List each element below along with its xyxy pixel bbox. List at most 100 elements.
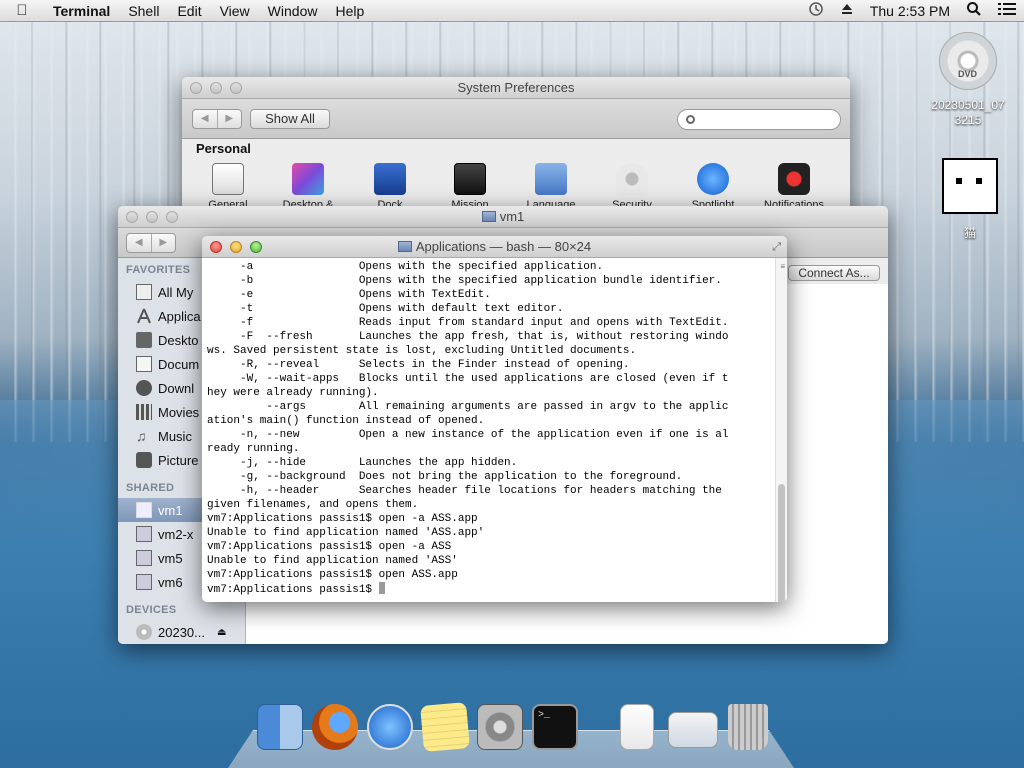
pref-language[interactable]: Language [511, 163, 591, 211]
connect-as-button[interactable]: Connect As... [788, 265, 880, 281]
downloads-icon [136, 380, 152, 396]
mission-control-icon [454, 163, 486, 195]
sysprefs-close-button[interactable] [190, 82, 202, 94]
spotlight-pref-icon [697, 163, 729, 195]
pref-desktop[interactable]: Desktop & [268, 163, 348, 211]
scroll-lines-icon: ≡ [780, 262, 785, 271]
terminal-line: -t Opens with default text editor. [207, 303, 564, 315]
finder-back-forward[interactable]: ◀ ▶ [126, 233, 176, 253]
menu-edit[interactable]: Edit [168, 3, 210, 19]
terminal-line: ws. Saved persistent state is lost, excl… [207, 345, 637, 357]
sysprefs-search-input[interactable] [677, 109, 841, 130]
terminal-close-button[interactable] [210, 241, 222, 253]
sysprefs-minimize-button[interactable] [210, 82, 222, 94]
terminal-zoom-button[interactable] [250, 241, 262, 253]
sidebar-label: Deskto [158, 332, 199, 348]
folder-icon [397, 241, 412, 252]
time-machine-icon[interactable] [800, 1, 832, 20]
sidebar-label: Docum [158, 356, 200, 372]
terminal-scroll-thumb[interactable] [778, 484, 785, 602]
terminal-line: -R, --reveal Selects in the Finder inste… [207, 359, 630, 371]
dock-preview-icon[interactable] [668, 712, 718, 748]
finder-forward-icon[interactable]: ▶ [152, 234, 176, 252]
terminal-line: given filenames, and opens them. [207, 499, 419, 511]
pref-notifications[interactable]: Notifications [754, 163, 834, 211]
terminal-line: -e Opens with TextEdit. [207, 289, 491, 301]
terminal-minimize-button[interactable] [230, 241, 242, 253]
sidebar-label: vm5 [158, 550, 183, 566]
terminal-line: ready running. [207, 443, 300, 455]
network-computer-icon [136, 574, 152, 590]
eject-icon[interactable] [832, 2, 862, 19]
sidebar-label: Picture [158, 452, 199, 468]
dock-app-store-icon[interactable] [367, 704, 413, 750]
menu-app-terminal[interactable]: Terminal [44, 3, 119, 19]
finder-close-button[interactable] [126, 211, 138, 223]
finder-minimize-button[interactable] [146, 211, 158, 223]
menu-window[interactable]: Window [259, 3, 327, 19]
dvd-disc-text: DVD [958, 69, 978, 79]
terminal-line: -j, --hide Launches the app hidden. [207, 457, 518, 469]
menu-help[interactable]: Help [326, 3, 373, 19]
pref-mission-control[interactable]: Mission [430, 163, 510, 211]
search-icon [686, 115, 695, 124]
desktop-dvd-volume[interactable]: DVD 20230501_07 3215 [918, 32, 1018, 128]
pref-general[interactable]: General [188, 163, 268, 211]
network-computer-icon [136, 502, 152, 518]
desktop-cat-file[interactable]: 猫 [938, 158, 1002, 241]
notification-center-icon[interactable] [990, 2, 1024, 19]
terminal-titlebar[interactable]: Applications — bash — 80×24 ⤢ [202, 236, 787, 258]
spotlight-icon[interactable] [958, 1, 990, 20]
sysprefs-titlebar[interactable]: System Preferences [182, 77, 850, 99]
terminal-line: -W, --wait-apps Blocks until the used ap… [207, 373, 729, 385]
sidebar-item-dvd-device[interactable]: 20230... ⏏ [118, 620, 245, 644]
show-all-button[interactable]: Show All [250, 109, 330, 129]
movies-icon [136, 404, 152, 420]
vm1-folder-icon [481, 211, 496, 222]
pictures-camera-icon [136, 452, 152, 468]
back-arrow-icon[interactable]: ◀ [193, 110, 218, 128]
eject-icon[interactable]: ⏏ [217, 627, 226, 638]
terminal-window: Applications — bash — 80×24 ⤢ -a Opens w… [202, 236, 787, 602]
forward-arrow-icon[interactable]: ▶ [218, 110, 242, 128]
finder-back-icon[interactable]: ◀ [127, 234, 152, 252]
dock-document-icon[interactable] [620, 704, 654, 750]
terminal-title: Applications — bash — 80×24 [415, 239, 592, 254]
apple-menu-icon[interactable]:  [0, 2, 44, 19]
sidebar-label: Applica [158, 308, 201, 324]
dock-finder-icon[interactable] [257, 704, 303, 750]
pref-dock[interactable]: Dock [350, 163, 430, 211]
dock-terminal-icon[interactable]: >_ [532, 704, 578, 750]
menu-shell[interactable]: Shell [119, 3, 168, 19]
dvd-volume-label: 20230501_07 3215 [931, 98, 1005, 127]
terminal-line: -h, --header Searches header file locati… [207, 485, 722, 497]
finder-zoom-button[interactable] [166, 211, 178, 223]
dock-trash-icon[interactable] [728, 704, 768, 750]
finder-titlebar[interactable]: vm1 [118, 206, 888, 228]
menu-view[interactable]: View [211, 3, 259, 19]
pref-security[interactable]: Security [592, 163, 672, 211]
fullscreen-icon[interactable]: ⤢ [772, 236, 781, 258]
network-computer-icon [136, 550, 152, 566]
system-preferences-window: System Preferences ◀ ▶ Show All Personal … [182, 77, 850, 217]
general-icon [212, 163, 244, 195]
terminal-scrollbar[interactable]: ≡ [775, 258, 787, 602]
sysprefs-back-forward[interactable]: ◀ ▶ [192, 109, 242, 129]
terminal-line: vm7:Applications passis1$ open ASS.app [207, 569, 458, 581]
dock-firefox-icon[interactable] [312, 704, 358, 750]
menubar-clock[interactable]: Thu 2:53 PM [862, 3, 958, 19]
all-files-icon [136, 284, 152, 300]
language-flag-icon [535, 163, 567, 195]
section-personal: Personal [196, 141, 251, 156]
dock-system-preferences-icon[interactable] [477, 704, 523, 750]
sysprefs-title: System Preferences [457, 80, 575, 95]
cat-file-label: 猫 [963, 226, 976, 240]
pref-spotlight[interactable]: Spotlight [673, 163, 753, 211]
sysprefs-zoom-button[interactable] [230, 82, 242, 94]
terminal-line: -g, --background Does not bring the appl… [207, 471, 683, 483]
terminal-output[interactable]: -a Opens with the specified application.… [202, 258, 775, 602]
network-computer-icon [136, 526, 152, 542]
dock-notes-icon[interactable] [420, 702, 470, 752]
security-house-icon [616, 163, 648, 195]
terminal-line: --args All remaining arguments are passe… [207, 401, 729, 413]
